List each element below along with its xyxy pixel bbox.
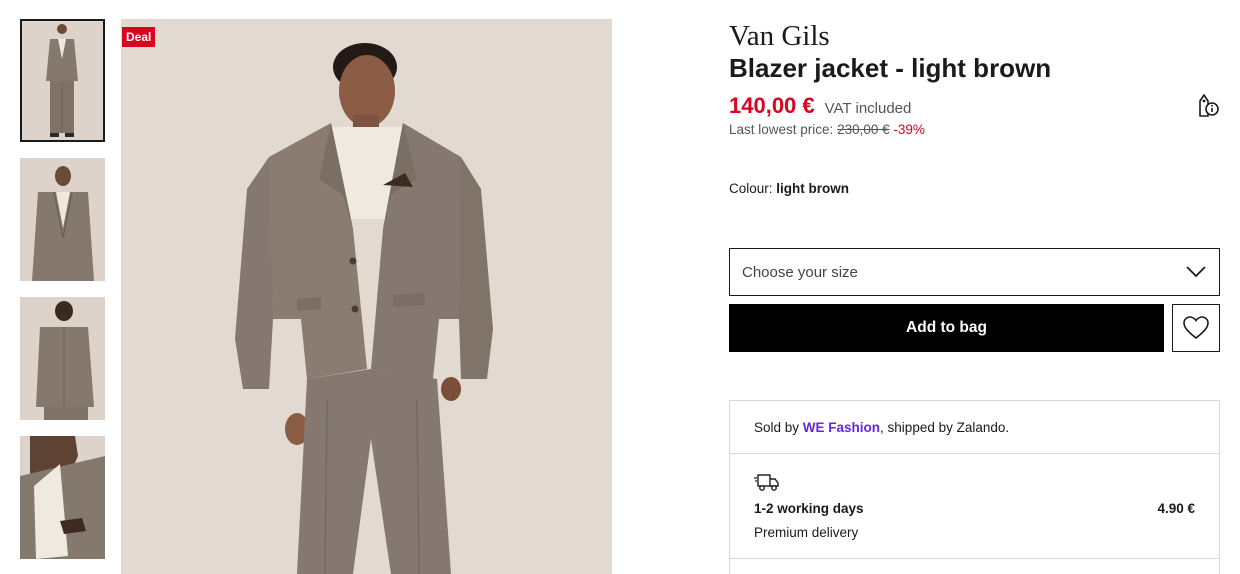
- thumbnail-front-mid[interactable]: [20, 158, 105, 281]
- size-select-placeholder: Choose your size: [742, 263, 858, 281]
- thumbnail-image: [20, 158, 105, 281]
- wishlist-button[interactable]: [1172, 304, 1220, 352]
- delivery-type: Premium delivery: [754, 525, 859, 540]
- discount-percent: -39%: [893, 122, 925, 137]
- thumbnail-front-full[interactable]: [20, 19, 105, 142]
- thumbnail-image: [20, 297, 105, 420]
- size-select[interactable]: Choose your size: [729, 248, 1220, 296]
- colour-value: light brown: [776, 181, 850, 196]
- colour-label: Colour:: [729, 181, 773, 196]
- divider: [730, 558, 1219, 559]
- thumbnail-detail[interactable]: [20, 436, 105, 559]
- main-product-image[interactable]: Deal: [121, 19, 612, 574]
- delivery-time: 1-2 working days: [754, 501, 864, 516]
- shipped-by-text: , shipped by Zalando.: [880, 420, 1010, 435]
- price-row: 140,00 € VAT included: [729, 93, 911, 119]
- thumbnail-back[interactable]: [20, 297, 105, 420]
- truck-icon: [754, 474, 779, 491]
- brand-name[interactable]: Van Gils: [729, 20, 830, 53]
- vat-note: VAT included: [824, 100, 912, 117]
- colour-info: Colour: light brown: [729, 181, 849, 196]
- seller-link[interactable]: WE Fashion: [803, 420, 880, 435]
- divider: [730, 453, 1219, 454]
- lowest-price-label: Last lowest price:: [729, 122, 834, 137]
- thumbnail-image: [20, 19, 105, 142]
- sold-by-line: Sold by WE Fashion, shipped by Zalando.: [754, 420, 1009, 435]
- thumbnail-image: [20, 436, 105, 559]
- seller-delivery-box: Sold by WE Fashion, shipped by Zalando. …: [729, 400, 1220, 574]
- product-photo: [121, 19, 612, 574]
- sold-by-prefix: Sold by: [754, 420, 800, 435]
- current-price: 140,00 €: [729, 93, 815, 118]
- deal-badge: Deal: [122, 27, 156, 47]
- chevron-down-icon: [1186, 266, 1206, 278]
- delivery-price: 4.90 €: [1157, 501, 1195, 516]
- lowest-price-note: Last lowest price: 230,00 € -39%: [729, 122, 925, 137]
- add-to-bag-button[interactable]: Add to bag: [729, 304, 1164, 352]
- product-title: Blazer jacket - light brown: [729, 53, 1052, 83]
- lowest-price-value: 230,00 €: [837, 122, 890, 137]
- heart-icon: [1183, 316, 1209, 340]
- price-tag-info-icon[interactable]: [1195, 92, 1221, 118]
